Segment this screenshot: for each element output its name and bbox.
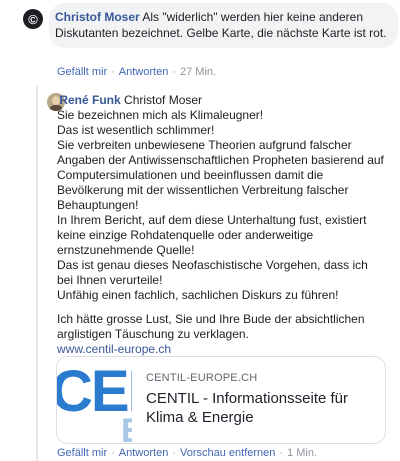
reply-mention[interactable]: Christof Moser [124,93,202,107]
centil-logo-sub: E [121,414,132,443]
link-preview-card[interactable]: CENTIL E CENTIL-EUROPE.CH CENTIL - Infor… [56,356,386,444]
comment-timestamp[interactable]: 27 Min. [180,66,216,78]
reply-button[interactable]: Antworten [119,66,169,78]
reply-actions: Gefällt mir · Antworten · Vorschau entfernen… [57,447,318,459]
reply-line-2: Das ist wesentlich schlimmer! [57,123,215,137]
reply-line-6: Unfähig einen fachlich, sachlichen Disku… [57,288,339,302]
avatar-copyright-glyph: © [28,11,38,27]
reply-line-4: In Ihrem Bericht, auf dem diese Unterhal… [57,213,367,257]
reply-timestamp[interactable]: 1 Min. [287,447,317,459]
remove-preview-button[interactable]: Vorschau entfernen [180,447,275,459]
reply-line-1: Sie bezeichnen mich als Klimaleugner! [57,108,264,122]
comment-author[interactable]: Christof Moser [55,10,140,24]
link-preview-domain: CENTIL-EUROPE.CH [146,372,258,384]
link-preview-info: CENTIL-EUROPE.CH CENTIL - Informationsse… [146,371,376,427]
like-button[interactable]: Gefällt mir [57,66,107,78]
reply-author[interactable]: René Funk [59,93,120,107]
avatar[interactable]: © [23,9,43,29]
reply-comment: René Funk Christof Moser Sie bezeichnen … [57,93,387,357]
reply-line-3: Sie verbreiten unbewiesene Theorien aufg… [57,138,384,212]
link-preview-title[interactable]: CENTIL - Informationsseite für Klima & E… [146,389,376,427]
link-preview-image[interactable]: CENTIL E [57,357,132,443]
like-button[interactable]: Gefällt mir [57,447,107,459]
reply-link[interactable]: www.centil-europe.ch [57,342,171,356]
reply-line-5: Das ist genau dieses Neofaschistische Vo… [57,258,368,287]
comment-actions: Gefällt mir · Antworten · 27 Min. [57,66,217,78]
thread-line [36,89,38,461]
comment-bubble: Christof Moser Als "widerlich" werden hi… [49,3,398,48]
reply-button[interactable]: Antworten [119,447,169,459]
reply-closing: Ich hätte grosse Lust, Sie und Ihre Bude… [57,312,365,341]
